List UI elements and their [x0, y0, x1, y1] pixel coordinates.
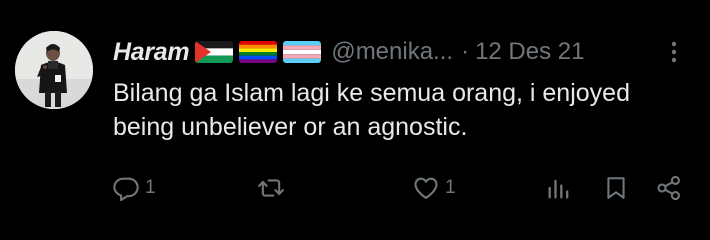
tweet-card[interactable]: Haram @menika... · 12 Des 21 Bilang ga I… — [0, 0, 710, 240]
user-handle[interactable]: @menika... — [331, 38, 453, 66]
action-bar: 1 1 — [0, 170, 710, 206]
palestine-flag-icon — [195, 41, 234, 63]
tweet-text: Bilang ga Islam lagi ke semua orang, i e… — [113, 79, 630, 141]
retweet-icon — [258, 179, 284, 197]
bookmark-button[interactable] — [603, 170, 629, 206]
bookmark-icon — [607, 177, 625, 199]
rainbow-flag-icon — [239, 41, 278, 63]
more-options-icon[interactable] — [660, 38, 688, 66]
views-chart-icon — [548, 179, 569, 199]
heart-icon — [414, 177, 438, 199]
retweet-button[interactable] — [257, 170, 290, 206]
share-icon — [657, 175, 680, 201]
display-name[interactable]: Haram — [113, 38, 190, 67]
like-button[interactable]: 1 — [412, 170, 456, 206]
reply-icon — [113, 177, 139, 202]
share-button[interactable] — [655, 170, 683, 206]
transgender-flag-icon — [283, 41, 322, 63]
avatar[interactable] — [15, 31, 93, 109]
views-button[interactable] — [545, 170, 573, 206]
reply-count: 1 — [145, 177, 156, 198]
tweet-header: Haram @menika... · 12 Des 21 — [113, 34, 584, 70]
avatar-photo — [15, 31, 93, 109]
separator-dot: · — [461, 38, 470, 65]
tweet-date[interactable]: 12 Des 21 — [475, 38, 584, 66]
reply-button[interactable]: 1 — [112, 170, 156, 206]
like-count: 1 — [445, 177, 456, 198]
